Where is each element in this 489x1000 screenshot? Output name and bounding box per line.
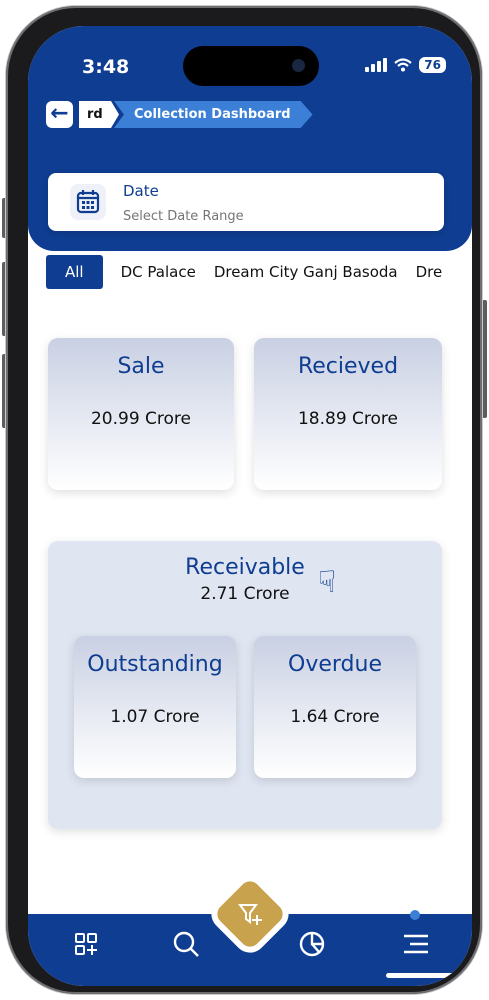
arrow-left-icon: ← — [50, 101, 69, 126]
project-tabs: All DC Palace Dream City Ganj Basoda Dre — [46, 255, 460, 289]
grid-plus-icon[interactable] — [74, 932, 98, 962]
wifi-icon — [394, 58, 413, 72]
status-icons: 76 — [365, 57, 446, 73]
battery-indicator: 76 — [419, 57, 446, 73]
sale-value: 20.99 Crore — [90, 409, 192, 429]
sale-title: Sale — [117, 354, 165, 379]
date-label: Date — [123, 182, 159, 200]
calendar-icon — [70, 184, 106, 220]
overdue-title: Overdue — [288, 652, 382, 677]
app-screen: 3:48 76 ← rd Collection Dashboard Date S… — [28, 26, 472, 986]
search-icon[interactable] — [172, 930, 200, 964]
receivable-value: 2.71 Crore — [200, 584, 290, 604]
sale-card[interactable]: Sale 20.99 Crore — [48, 338, 234, 490]
outstanding-title: Outstanding — [87, 652, 223, 677]
received-value: 18.89 Crore — [297, 409, 399, 429]
tab-dre[interactable]: Dre — [416, 255, 443, 289]
overdue-card[interactable]: Overdue 1.64 Crore — [254, 636, 416, 778]
back-button[interactable]: ← — [46, 101, 73, 128]
status-time: 3:48 — [82, 56, 130, 78]
header: 3:48 76 ← rd Collection Dashboard Date S… — [28, 26, 472, 251]
signal-icon — [365, 58, 388, 72]
tab-all[interactable]: All — [46, 255, 103, 289]
date-range-input[interactable] — [123, 209, 383, 224]
receivable-panel[interactable]: Receivable 2.71 Crore ☟ Outstanding 1.07… — [48, 541, 442, 829]
receivable-title: Receivable — [185, 555, 305, 580]
date-range-picker[interactable]: Date — [48, 173, 444, 231]
breadcrumb-current: Collection Dashboard — [114, 101, 313, 128]
phone-frame: 3:48 76 ← rd Collection Dashboard Date S… — [6, 6, 482, 994]
breadcrumb-previous[interactable]: rd — [79, 101, 119, 128]
tap-hand-icon: ☟ — [318, 565, 337, 600]
dynamic-island — [183, 46, 319, 86]
pie-chart-icon[interactable] — [298, 930, 326, 964]
tab-dream-city-ganj-basoda[interactable]: Dream City Ganj Basoda — [214, 255, 398, 289]
received-card[interactable]: Recieved 18.89 Crore — [254, 338, 442, 490]
overdue-value: 1.64 Crore — [290, 707, 380, 727]
home-indicator — [386, 973, 456, 978]
menu-icon[interactable] — [402, 932, 430, 962]
tab-dc-palace[interactable]: DC Palace — [121, 255, 196, 289]
outstanding-card[interactable]: Outstanding 1.07 Crore — [74, 636, 236, 778]
power-button[interactable] — [482, 300, 487, 418]
received-title: Recieved — [297, 354, 399, 379]
camera-dot — [292, 59, 305, 72]
outstanding-value: 1.07 Crore — [110, 707, 200, 727]
active-indicator-dot — [410, 910, 420, 920]
filter-plus-icon — [236, 900, 264, 928]
